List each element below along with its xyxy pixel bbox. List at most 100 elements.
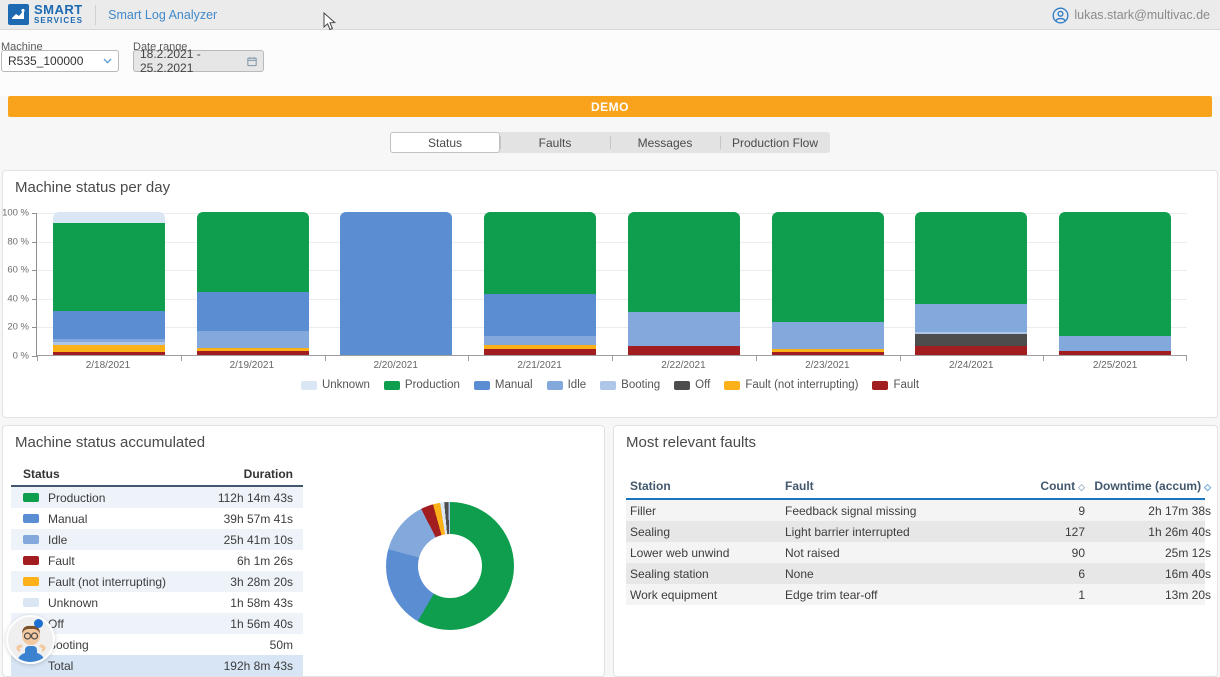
app-title: Smart Log Analyzer — [108, 8, 217, 22]
bar-segment-idle — [915, 304, 1027, 333]
legend-item-manual[interactable]: Manual — [474, 379, 533, 391]
most-relevant-faults-card: Most relevant faults Station Fault Count… — [613, 425, 1218, 677]
faults-table-row: Sealing stationNone616m 40s — [626, 563, 1205, 584]
logo-chart-icon — [8, 4, 29, 25]
status-label: Production — [48, 491, 218, 505]
y-tick-label: 100 % — [2, 208, 29, 219]
faults-table-row: Work equipmentEdge trim tear-off113m 20s — [626, 584, 1205, 605]
x-axis-labels: 2/18/20212/19/20212/20/20212/21/20212/22… — [36, 360, 1187, 372]
bar-segment-off — [915, 334, 1027, 347]
status-label: Booting — [48, 638, 270, 652]
duration-value: 50m — [270, 638, 293, 652]
faults-table-header: Station Fault Count◇ Downtime (accum)◇ — [626, 474, 1205, 500]
downtime-cell: 2h 17m 38s — [1085, 504, 1211, 518]
machine-select-value: R535_100000 — [8, 54, 83, 68]
accumulated-row-production: Production112h 14m 43s — [11, 487, 303, 508]
demo-banner: DEMO — [8, 96, 1212, 117]
station-cell: Sealing station — [630, 567, 785, 581]
legend-label: Booting — [621, 379, 660, 391]
tab-status[interactable]: Status — [390, 132, 500, 153]
status-donut-chart — [386, 502, 514, 630]
machine-status-accumulated-card: Machine status accumulated Status Durati… — [2, 425, 605, 677]
user-icon — [1052, 7, 1069, 24]
count-cell: 9 — [1000, 504, 1085, 518]
bar-segment-fault_ni — [772, 349, 884, 352]
bar-segment-manual — [484, 294, 596, 337]
count-cell: 90 — [1000, 546, 1085, 560]
legend-item-unknown[interactable]: Unknown — [301, 379, 370, 391]
downtime-cell: 16m 40s — [1085, 567, 1211, 581]
accumulated-row-manual: Manual39h 57m 41s — [11, 508, 303, 529]
accumulated-row-fault_ni: Fault (not interrupting)3h 28m 20s — [11, 571, 303, 592]
legend-swatch-booting — [600, 381, 616, 390]
fault-cell: Feedback signal missing — [785, 504, 1000, 518]
duration-value: 25h 41m 10s — [224, 533, 293, 547]
bar-segment-production — [197, 212, 309, 292]
bar-segment-production — [484, 212, 596, 294]
x-tick-label: 2/25/2021 — [1043, 360, 1187, 371]
bar-segment-idle — [197, 331, 309, 348]
legend-item-production[interactable]: Production — [384, 379, 460, 391]
status-swatch-unknown — [23, 598, 39, 607]
duration-value: 3h 28m 20s — [230, 575, 293, 589]
fault-cell: Not raised — [785, 546, 1000, 560]
y-tick-label: 20 % — [7, 322, 29, 333]
date-range-input[interactable]: 18.2.2021 - 25.2.2021 — [133, 50, 264, 72]
bar-segment-booting — [53, 342, 165, 345]
faults-col-downtime-sort[interactable]: Downtime (accum)◇ — [1085, 479, 1211, 493]
legend-item-off[interactable]: Off — [674, 379, 710, 391]
bar-segment-fault — [1059, 351, 1171, 355]
tab-faults[interactable]: Faults — [500, 132, 610, 153]
legend-item-fault_ni[interactable]: Fault (not interrupting) — [724, 379, 858, 391]
accumulated-table: Status Duration Production112h 14m 43sMa… — [11, 464, 303, 676]
chat-assistant-avatar[interactable] — [6, 615, 55, 664]
fault-cell: Edge trim tear-off — [785, 588, 1000, 602]
status-swatch-idle — [23, 535, 39, 544]
count-cell: 127 — [1000, 525, 1085, 539]
mouse-cursor — [323, 12, 336, 31]
y-tick-label: 60 % — [7, 265, 29, 276]
legend-item-idle[interactable]: Idle — [547, 379, 587, 391]
legend-swatch-idle — [547, 381, 563, 390]
status-swatch-production — [23, 493, 39, 502]
faults-col-station: Station — [630, 479, 785, 493]
x-tick-label: 2/24/2021 — [899, 360, 1043, 371]
machine-select[interactable]: R535_100000 — [1, 50, 119, 72]
bar-segment-production — [772, 212, 884, 322]
tab-messages[interactable]: Messages — [610, 132, 720, 153]
accumulated-col-status: Status — [23, 467, 60, 481]
bar-segment-idle — [53, 339, 165, 342]
bar-segment-fault_ni — [53, 345, 165, 352]
station-cell: Filler — [630, 504, 785, 518]
duration-value: 6h 1m 26s — [237, 554, 293, 568]
status-per-day-title: Machine status per day — [15, 179, 170, 196]
logo-line1: SMART — [34, 3, 83, 17]
top-bar: SMART SERVICES Smart Log Analyzer lukas.… — [0, 0, 1220, 30]
faults-table-row: SealingLight barrier interrupted1271h 26… — [626, 521, 1205, 542]
bar-segment-production — [53, 223, 165, 310]
chevron-down-icon — [103, 58, 112, 64]
legend-item-fault[interactable]: Fault — [872, 379, 919, 391]
chat-notification-dot — [34, 619, 43, 628]
bar-segment-idle — [484, 336, 596, 345]
x-tick-label: 2/19/2021 — [180, 360, 324, 371]
tab-production-flow[interactable]: Production Flow — [720, 132, 830, 153]
user-account-button[interactable]: lukas.stark@multivac.de — [1052, 0, 1210, 30]
faults-table-row: FillerFeedback signal missing92h 17m 38s — [626, 500, 1205, 521]
status-label: Fault (not interrupting) — [48, 575, 230, 589]
faults-title: Most relevant faults — [626, 434, 756, 451]
station-cell: Sealing — [630, 525, 785, 539]
smart-services-logo: SMART SERVICES — [0, 3, 83, 25]
legend-swatch-manual — [474, 381, 490, 390]
status-label: Off — [48, 617, 230, 631]
bar-segment-fault — [915, 346, 1027, 355]
legend-item-booting[interactable]: Booting — [600, 379, 660, 391]
bar-segment-idle — [772, 322, 884, 349]
bar-segment-production — [1059, 212, 1171, 336]
filter-bar: Machine R535_100000 Date range 18.2.2021… — [0, 30, 1220, 96]
total-value: 192h 8m 43s — [224, 659, 293, 673]
faults-col-count-sort[interactable]: Count◇ — [1000, 479, 1085, 493]
legend-label: Unknown — [322, 379, 370, 391]
x-tick-label: 2/22/2021 — [612, 360, 756, 371]
stacked-bar-chart — [36, 213, 1187, 356]
